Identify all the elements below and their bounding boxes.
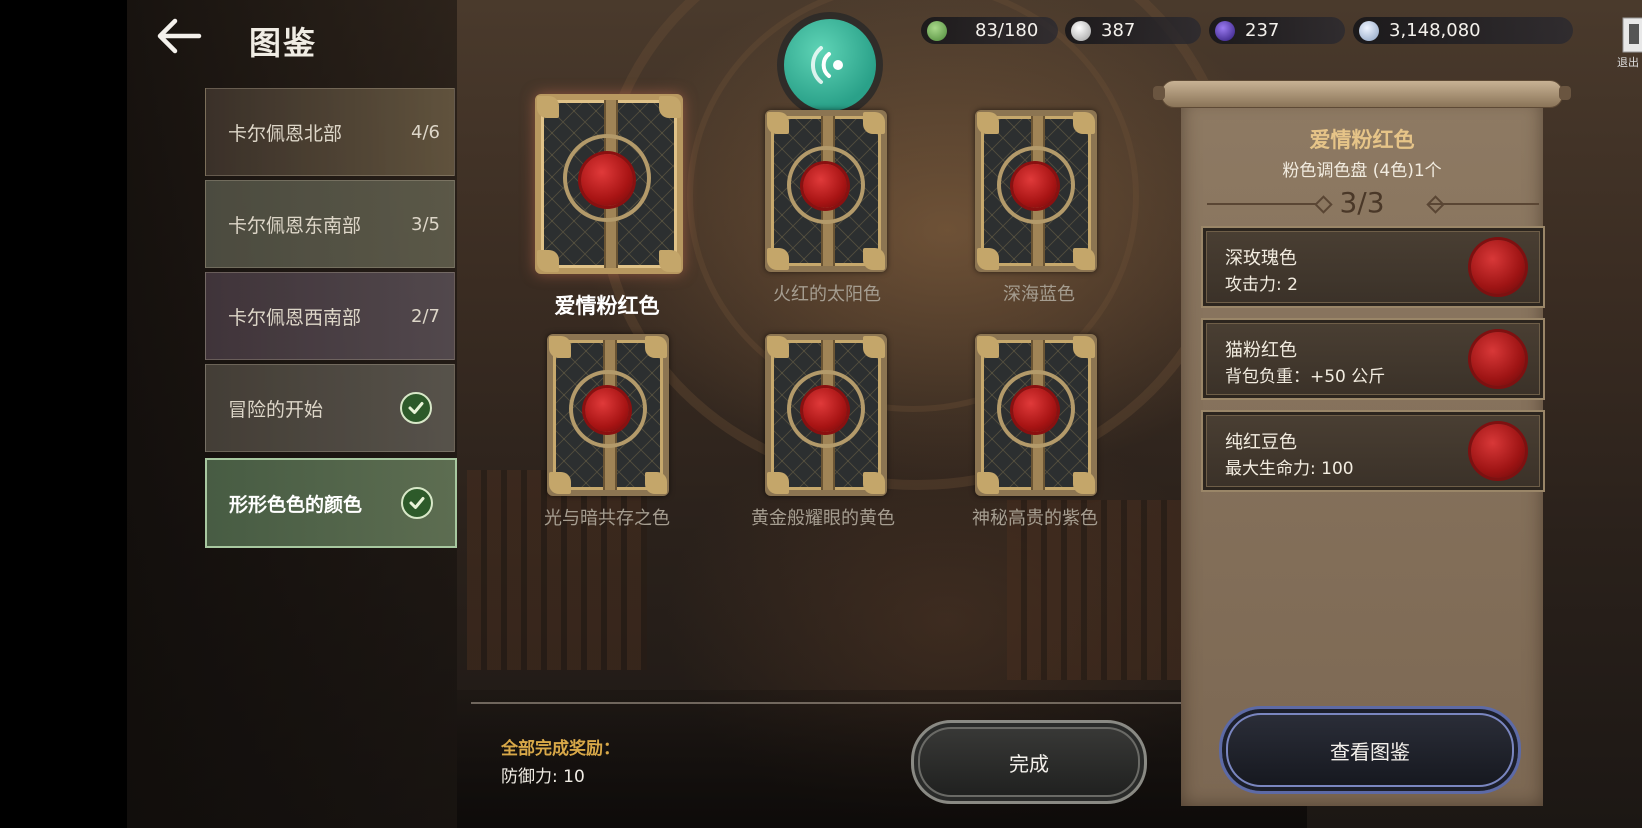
entry-name: 猫粉红色 — [1225, 340, 1297, 361]
wax-seal-icon — [803, 388, 847, 432]
sidebar-item-label: 卡尔佩恩东南部 — [228, 214, 362, 237]
check-icon — [400, 392, 432, 424]
entry-stat: 最大生命力: 100 — [1225, 459, 1354, 479]
card-name: 黄金般耀眼的黄色 — [751, 508, 895, 529]
card-name: 火红的太阳色 — [773, 284, 881, 305]
scroll-roller — [1161, 80, 1563, 108]
reward-value: 防御力: 10 — [501, 767, 585, 787]
detail-entry: 深玫瑰色 攻击力: 2 — [1201, 226, 1545, 308]
wax-seal-icon — [1471, 240, 1525, 294]
complete-button[interactable]: 完成 — [911, 720, 1147, 804]
detail-entry: 纯红豆色 最大生命力: 100 — [1201, 410, 1545, 492]
collection-card-deep-blue[interactable]: 深海蓝色 — [959, 110, 1119, 310]
collection-card-mystic-purple[interactable]: 神秘高贵的紫色 — [935, 334, 1135, 534]
collection-card-fire-red[interactable]: 火红的太阳色 — [747, 110, 907, 310]
card-art — [547, 334, 669, 496]
resource-value: 83/180 — [975, 20, 1039, 41]
sidebar-item-label: 冒险的开始 — [228, 398, 324, 421]
entry-stat: 背包负重：+50 公斤 — [1225, 367, 1386, 387]
sidebar-item-southwest[interactable]: 卡尔佩恩西南部 2/7 — [205, 272, 455, 360]
exit-button[interactable] — [1619, 14, 1642, 58]
entry-stat: 攻击力: 2 — [1225, 275, 1298, 295]
card-name: 爱情粉红色 — [554, 294, 660, 318]
detail-title: 爱情粉红色 — [1309, 128, 1415, 152]
sidebar-item-label: 形形色色的颜色 — [229, 493, 363, 516]
resource-value: 387 — [1101, 20, 1136, 41]
resource-coins[interactable]: 3,148,080 — [1353, 17, 1573, 44]
entry-name: 深玫瑰色 — [1225, 248, 1297, 269]
page-title: 图鉴 — [249, 24, 318, 62]
broadcast-icon — [810, 46, 843, 84]
wax-seal-icon — [585, 388, 629, 432]
exit-door-icon — [1622, 17, 1642, 53]
view-collection-button[interactable]: 查看图鉴 — [1219, 706, 1521, 794]
card-art — [535, 94, 683, 274]
collection-card-light-dark[interactable]: 光与暗共存之色 — [507, 334, 707, 534]
footer-backdrop — [457, 690, 1307, 828]
card-art — [765, 334, 887, 496]
game-screen: 图鉴 83/180 387 237 3,148,080 退出 卡尔佩恩北部 4/… — [127, 0, 1642, 828]
card-name: 神秘高贵的紫色 — [972, 508, 1098, 529]
sidebar-item-colors[interactable]: 形形色色的颜色 — [205, 458, 457, 548]
sidebar-item-beginning[interactable]: 冒险的开始 — [205, 364, 455, 452]
reward-title: 全部完成奖励： — [501, 739, 620, 759]
coin-stack-icon — [1359, 20, 1379, 41]
collection-card-love-pink[interactable]: 爱情粉红色 — [527, 94, 687, 330]
sidebar-item-southeast[interactable]: 卡尔佩恩东南部 3/5 — [205, 180, 455, 268]
sidebar-item-label: 卡尔佩恩北部 — [228, 122, 343, 145]
leaf-gem-icon — [927, 20, 947, 41]
card-art — [975, 110, 1097, 272]
entry-name: 纯红豆色 — [1225, 432, 1297, 453]
card-art — [765, 110, 887, 272]
detail-progress: 3/3 — [1339, 186, 1385, 219]
back-arrow-icon — [157, 18, 202, 54]
sidebar-item-count: 3/5 — [411, 213, 440, 235]
wax-seal-icon — [581, 154, 633, 206]
resource-purple-gem[interactable]: 237 — [1209, 17, 1345, 44]
detail-entry: 猫粉红色 背包负重：+50 公斤 — [1201, 318, 1545, 400]
sidebar-item-label: 卡尔佩恩西南部 — [228, 306, 362, 329]
wax-seal-icon — [1013, 388, 1057, 432]
wax-seal-icon — [1471, 424, 1525, 478]
resource-value: 3,148,080 — [1389, 20, 1481, 41]
sidebar-item-count: 4/6 — [411, 121, 440, 143]
resource-stamina[interactable]: 83/180 — [921, 17, 1058, 44]
check-icon — [401, 487, 433, 519]
wax-seal-icon — [803, 164, 847, 208]
silver-orb-icon — [1071, 20, 1091, 41]
sidebar-item-north[interactable]: 卡尔佩恩北部 4/6 — [205, 88, 455, 176]
divider — [471, 702, 1295, 704]
detail-reward: 粉色调色盘 (4色)1个 — [1282, 161, 1442, 181]
card-name: 光与暗共存之色 — [544, 508, 670, 529]
sidebar-item-count: 2/7 — [411, 305, 440, 327]
purple-orb-icon — [1215, 20, 1235, 41]
collection-card-golden-yellow[interactable]: 黄金般耀眼的黄色 — [723, 334, 923, 534]
card-name: 深海蓝色 — [1003, 284, 1075, 305]
card-art — [975, 334, 1097, 496]
exit-label: 退出 — [1617, 56, 1639, 69]
resource-value: 237 — [1245, 20, 1280, 41]
back-button[interactable] — [153, 16, 203, 56]
wax-seal-icon — [1013, 164, 1057, 208]
voice-chat-button[interactable] — [777, 12, 883, 118]
resource-silver[interactable]: 387 — [1065, 17, 1201, 44]
wax-seal-icon — [1471, 332, 1525, 386]
